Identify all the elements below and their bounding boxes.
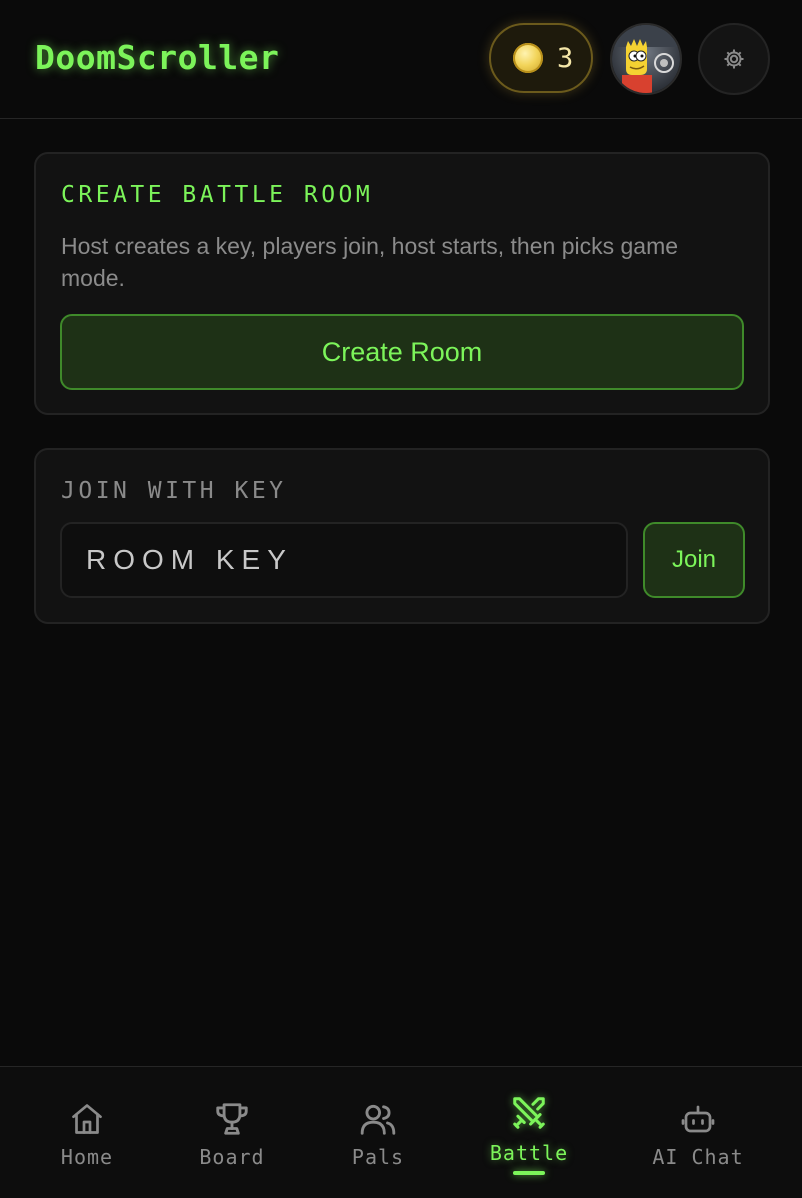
- home-icon: [67, 1099, 107, 1139]
- user-avatar[interactable]: [610, 23, 682, 95]
- coin-balance-badge[interactable]: 3: [489, 23, 593, 93]
- join-room-card: JOIN WITH KEY Join: [34, 448, 770, 624]
- settings-button[interactable]: [698, 23, 770, 95]
- active-tab-indicator: [513, 1171, 545, 1175]
- join-room-heading: JOIN WITH KEY: [61, 478, 287, 504]
- swords-icon: [509, 1093, 549, 1133]
- nav-home[interactable]: Home: [27, 1067, 147, 1198]
- trophy-icon: [212, 1099, 252, 1139]
- nav-battle[interactable]: Battle: [469, 1067, 589, 1198]
- nav-battle-label: Battle: [489, 1141, 569, 1165]
- join-button[interactable]: Join: [643, 522, 745, 598]
- nav-home-label: Home: [60, 1145, 114, 1169]
- avatar-image: [612, 25, 680, 93]
- users-icon: [358, 1099, 398, 1139]
- top-header: DoomScroller 3: [0, 0, 802, 119]
- create-room-description: Host creates a key, players join, host s…: [61, 233, 679, 291]
- gear-icon: [724, 49, 744, 69]
- room-key-input[interactable]: [60, 522, 628, 598]
- coin-icon: [513, 43, 543, 73]
- coin-count: 3: [557, 42, 574, 74]
- bot-icon: [678, 1099, 718, 1139]
- nav-board[interactable]: Board: [172, 1067, 292, 1198]
- nav-board-label: Board: [199, 1145, 265, 1169]
- app-title: DoomScroller: [35, 38, 280, 77]
- nav-pals-label: Pals: [351, 1145, 405, 1169]
- bottom-nav: Home Board Pals Battle AI Chat: [0, 1066, 802, 1198]
- create-room-button[interactable]: Create Room: [60, 314, 744, 390]
- nav-ai-chat-label: AI Chat: [652, 1145, 744, 1169]
- create-room-heading: CREATE BATTLE ROOM: [61, 182, 374, 208]
- nav-pals[interactable]: Pals: [318, 1067, 438, 1198]
- nav-ai-chat[interactable]: AI Chat: [638, 1067, 758, 1198]
- create-room-card: CREATE BATTLE ROOM Host creates a key, p…: [34, 152, 770, 415]
